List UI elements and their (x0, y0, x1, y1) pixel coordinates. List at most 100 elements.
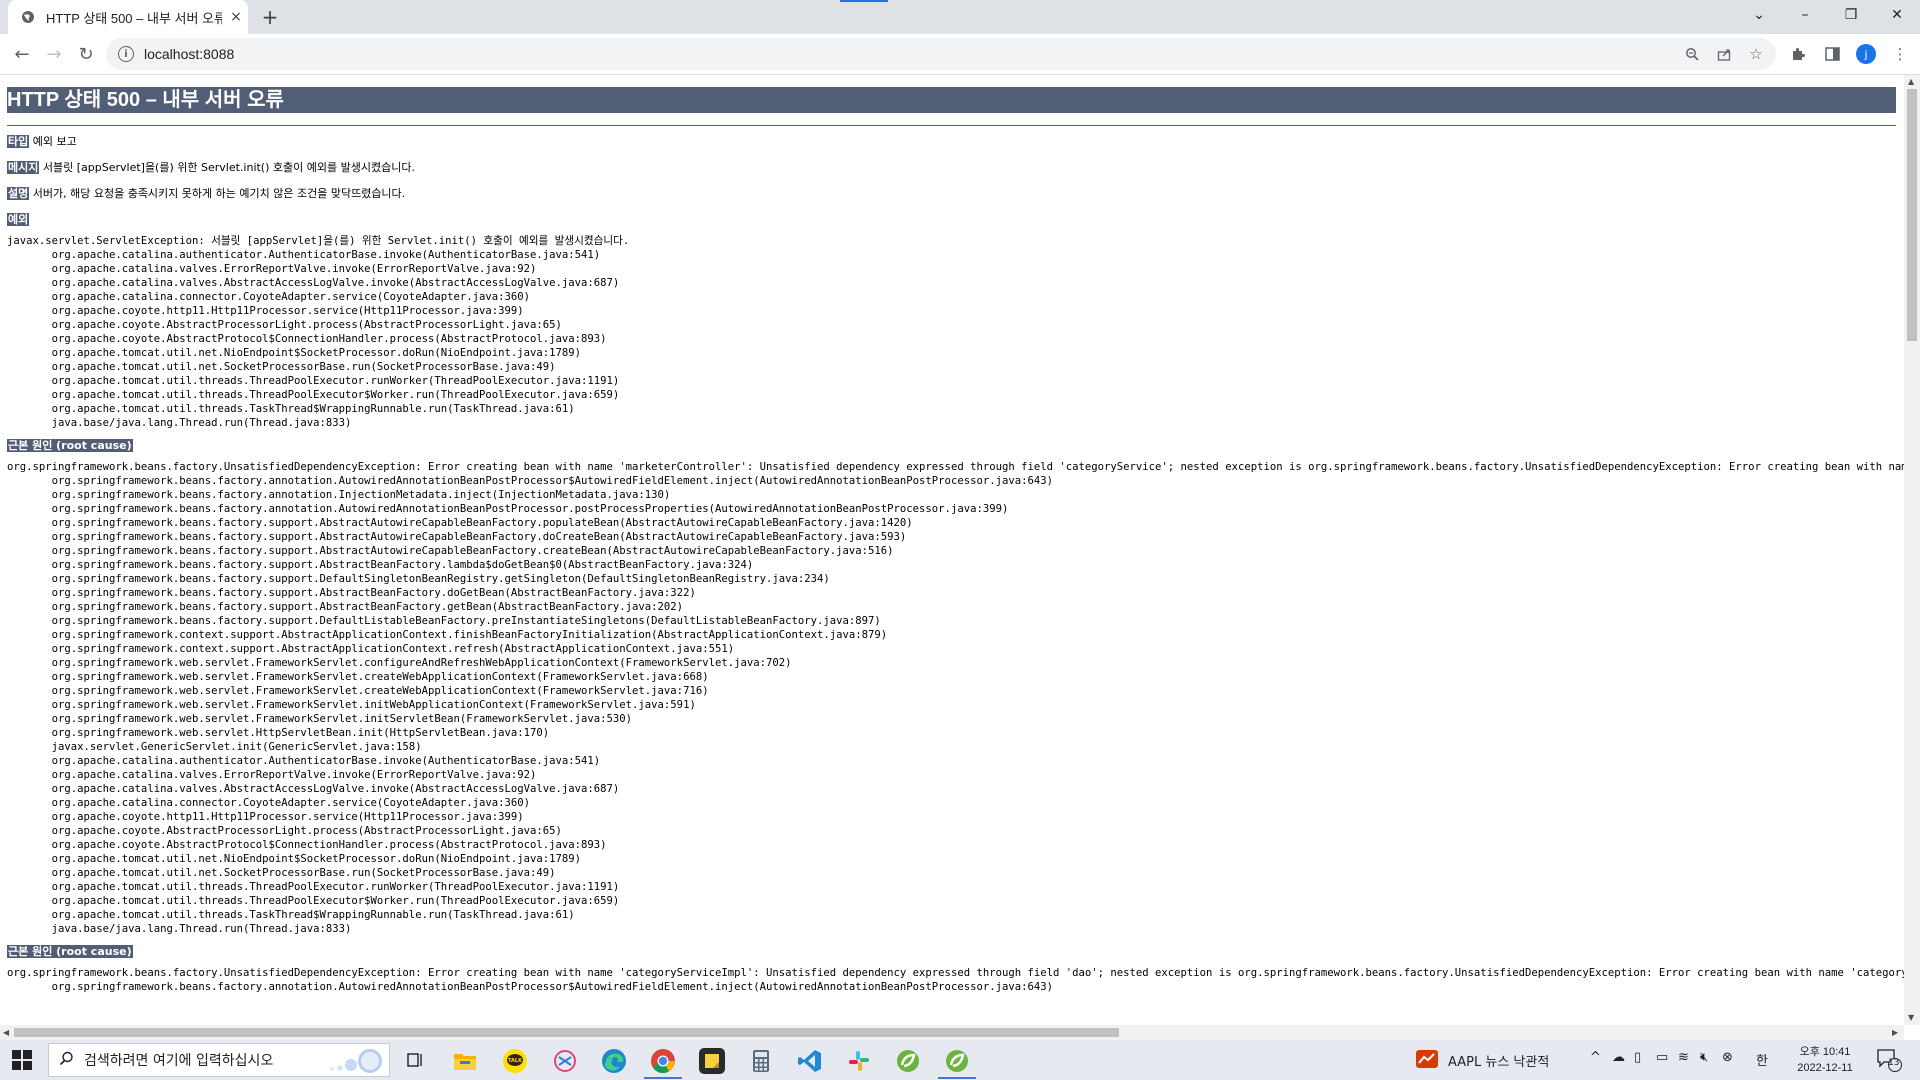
scroll-right-arrow-icon[interactable]: ▶ (1892, 1028, 1898, 1037)
onedrive-cloud-icon[interactable]: ☁ (1612, 1050, 1625, 1065)
vscode-icon[interactable] (797, 1048, 823, 1074)
stack-trace-line: org.springframework.beans.factory.Unsati… (7, 461, 1904, 473)
vertical-scrollbar[interactable]: ▲ ▼ (1904, 75, 1920, 1025)
scroll-left-arrow-icon[interactable]: ◀ (3, 1028, 9, 1037)
spring-tool-suite-2-icon[interactable] (944, 1048, 970, 1074)
stack-trace-line: org.springframework.web.servlet.Framewor… (7, 671, 709, 683)
active-app-indicator (644, 1077, 682, 1079)
stock-ticker-text[interactable]: AAPL 뉴스 낙관적 (1448, 1051, 1549, 1070)
chrome-icon[interactable] (650, 1048, 676, 1074)
slack-icon[interactable] (846, 1048, 872, 1074)
stack-trace-line: org.springframework.context.support.Abst… (7, 643, 735, 655)
volume-mute-icon[interactable]: 🔇︎ (1700, 1050, 1708, 1065)
url-text[interactable]: localhost:8088 (144, 46, 234, 62)
windows-taskbar: 검색하려면 여기에 입력하십시오 TALK AAPL 뉴스 낙관적 ^ ☁ ▯ … (0, 1040, 1920, 1080)
taskbar-search-input[interactable]: 검색하려면 여기에 입력하십시오 (48, 1043, 390, 1077)
site-info-icon[interactable]: i (118, 46, 134, 62)
title-divider (7, 125, 1896, 126)
type-value: 예외 보고 (32, 135, 77, 148)
snipping-tool-icon[interactable] (552, 1048, 578, 1074)
stack-trace-line: org.springframework.beans.factory.suppor… (7, 545, 894, 557)
stack-trace-line: org.springframework.web.servlet.Framewor… (7, 713, 633, 725)
spring-tool-suite-icon[interactable] (895, 1048, 921, 1074)
search-icon (59, 1051, 74, 1070)
stack-trace-line: org.apache.catalina.connector.CoyoteAdap… (7, 797, 530, 809)
profile-avatar[interactable]: j (1856, 44, 1876, 64)
side-panel-icon[interactable] (1822, 44, 1842, 64)
task-view-icon[interactable] (402, 1048, 428, 1074)
tray-expand-chevron-icon[interactable]: ^ (1590, 1050, 1601, 1065)
stack-trace-line: java.base/java.lang.Thread.run(Thread.ja… (7, 417, 352, 429)
windows-start-icon[interactable] (12, 1050, 32, 1070)
description-label: 설명 (7, 187, 30, 200)
forward-arrow-icon[interactable]: → (42, 42, 66, 66)
minimize-button[interactable]: – (1782, 0, 1828, 30)
sticky-notes-icon[interactable] (699, 1048, 725, 1074)
root-cause-stack-trace: org.springframework.beans.factory.Unsati… (7, 460, 1904, 936)
stack-trace-line: org.apache.coyote.http11.Http11Processor… (7, 811, 524, 823)
message-label: 메시지 (7, 161, 40, 174)
stack-trace-line: org.springframework.web.servlet.Framewor… (7, 699, 696, 711)
stack-trace-line: org.springframework.beans.factory.annota… (7, 981, 1053, 993)
stack-trace-line: org.springframework.beans.factory.suppor… (7, 601, 684, 613)
stack-trace-line: org.springframework.beans.factory.annota… (7, 475, 1053, 487)
stack-trace-line: org.apache.tomcat.util.threads.TaskThrea… (7, 909, 575, 921)
kebab-menu-icon[interactable]: ⋮ (1890, 44, 1910, 64)
exception-stack-trace: javax.servlet.ServletException: 서블릿 [app… (7, 234, 1896, 430)
stack-trace-line: org.apache.tomcat.util.threads.ThreadPoo… (7, 375, 620, 387)
search-placeholder: 검색하려면 여기에 입력하십시오 (84, 1053, 274, 1069)
horizontal-scrollbar[interactable]: ◀ ▶ (0, 1025, 1904, 1040)
vertical-scroll-thumb[interactable] (1907, 89, 1917, 341)
scroll-down-arrow-icon[interactable]: ▼ (1908, 1013, 1914, 1022)
status-circle-icon[interactable]: ⊗ (1722, 1050, 1733, 1065)
reload-icon[interactable]: ↻ (74, 42, 98, 66)
back-arrow-icon[interactable]: ← (10, 42, 34, 66)
calculator-icon[interactable] (748, 1048, 774, 1074)
address-bar[interactable]: i localhost:8088 ☆ (106, 38, 1776, 70)
bookmark-star-icon[interactable]: ☆ (1746, 44, 1766, 64)
browser-tab[interactable]: HTTP 상태 500 – 내부 서버 오류 × (8, 0, 248, 34)
root-cause-stack-trace: org.springframework.beans.factory.Unsati… (7, 966, 1904, 994)
scroll-up-arrow-icon[interactable]: ▲ (1908, 77, 1914, 86)
tab-search-chevron-icon[interactable]: ⌄ (1736, 0, 1782, 30)
new-tab-button[interactable]: + (258, 5, 282, 29)
stack-trace-line: org.apache.tomcat.util.threads.ThreadPoo… (7, 895, 620, 907)
stack-trace-line: javax.servlet.ServletException: 서블릿 [app… (7, 235, 630, 247)
stack-trace-line: org.apache.catalina.valves.AbstractAcces… (7, 783, 620, 795)
page-viewport: HTTP 상태 500 – 내부 서버 오류 타입 예외 보고 메시지 서블릿 … (0, 75, 1904, 1025)
stack-trace-line: org.apache.catalina.valves.AbstractAcces… (7, 277, 620, 289)
tab-title: HTTP 상태 500 – 내부 서버 오류 (46, 10, 222, 26)
stack-trace-line: org.springframework.web.servlet.Framewor… (7, 685, 709, 697)
taskbar-clock[interactable]: 오후 10:41 2022-12-11 (1790, 1044, 1860, 1076)
device-icon[interactable]: ▯ (1634, 1050, 1641, 1065)
type-label: 타입 (7, 135, 30, 148)
zoom-icon[interactable] (1682, 44, 1702, 64)
stack-trace-line: org.springframework.beans.factory.annota… (7, 489, 671, 501)
description-value: 서버가, 해당 요청을 충족시키지 못하게 하는 예기치 않은 조건을 맞닥뜨렸… (32, 187, 406, 200)
stack-trace-line: org.apache.catalina.valves.ErrorReportVa… (7, 263, 537, 275)
stack-trace-line: org.apache.catalina.connector.CoyoteAdap… (7, 291, 530, 303)
stack-trace-line: java.base/java.lang.Thread.run(Thread.ja… (7, 923, 352, 935)
horizontal-scroll-thumb[interactable] (14, 1028, 1119, 1037)
edge-browser-icon[interactable] (601, 1048, 627, 1074)
tab-strip: HTTP 상태 500 – 내부 서버 오류 × + ⌄ – ❐ ✕ (0, 0, 1920, 34)
file-explorer-icon[interactable] (452, 1048, 478, 1074)
stack-trace-line: org.springframework.beans.factory.suppor… (7, 587, 696, 599)
root-cause-label: 근본 원인 (root cause) (7, 439, 133, 452)
battery-icon[interactable]: ▭ (1656, 1050, 1668, 1065)
stack-trace-line: org.springframework.beans.factory.suppor… (7, 615, 881, 627)
restore-button[interactable]: ❐ (1828, 0, 1874, 30)
ime-indicator[interactable]: 한 (1756, 1050, 1768, 1069)
tab-close-icon[interactable]: × (228, 9, 244, 25)
stack-trace-line: org.apache.tomcat.util.net.NioEndpoint$S… (7, 347, 582, 359)
close-window-button[interactable]: ✕ (1874, 0, 1920, 30)
type-row: 타입 예외 보고 (7, 134, 1896, 150)
notification-center-icon[interactable]: 13 (1876, 1048, 1902, 1076)
stack-trace-line: org.apache.tomcat.util.net.NioEndpoint$S… (7, 853, 582, 865)
extensions-puzzle-icon[interactable] (1788, 44, 1808, 64)
kakaotalk-icon[interactable]: TALK (502, 1048, 528, 1074)
stack-trace-line: org.apache.coyote.AbstractProcessorLight… (7, 825, 562, 837)
share-icon[interactable] (1714, 44, 1734, 64)
stock-ticker-icon[interactable] (1416, 1050, 1438, 1072)
network-wifi-icon[interactable]: ≋ (1678, 1050, 1689, 1065)
